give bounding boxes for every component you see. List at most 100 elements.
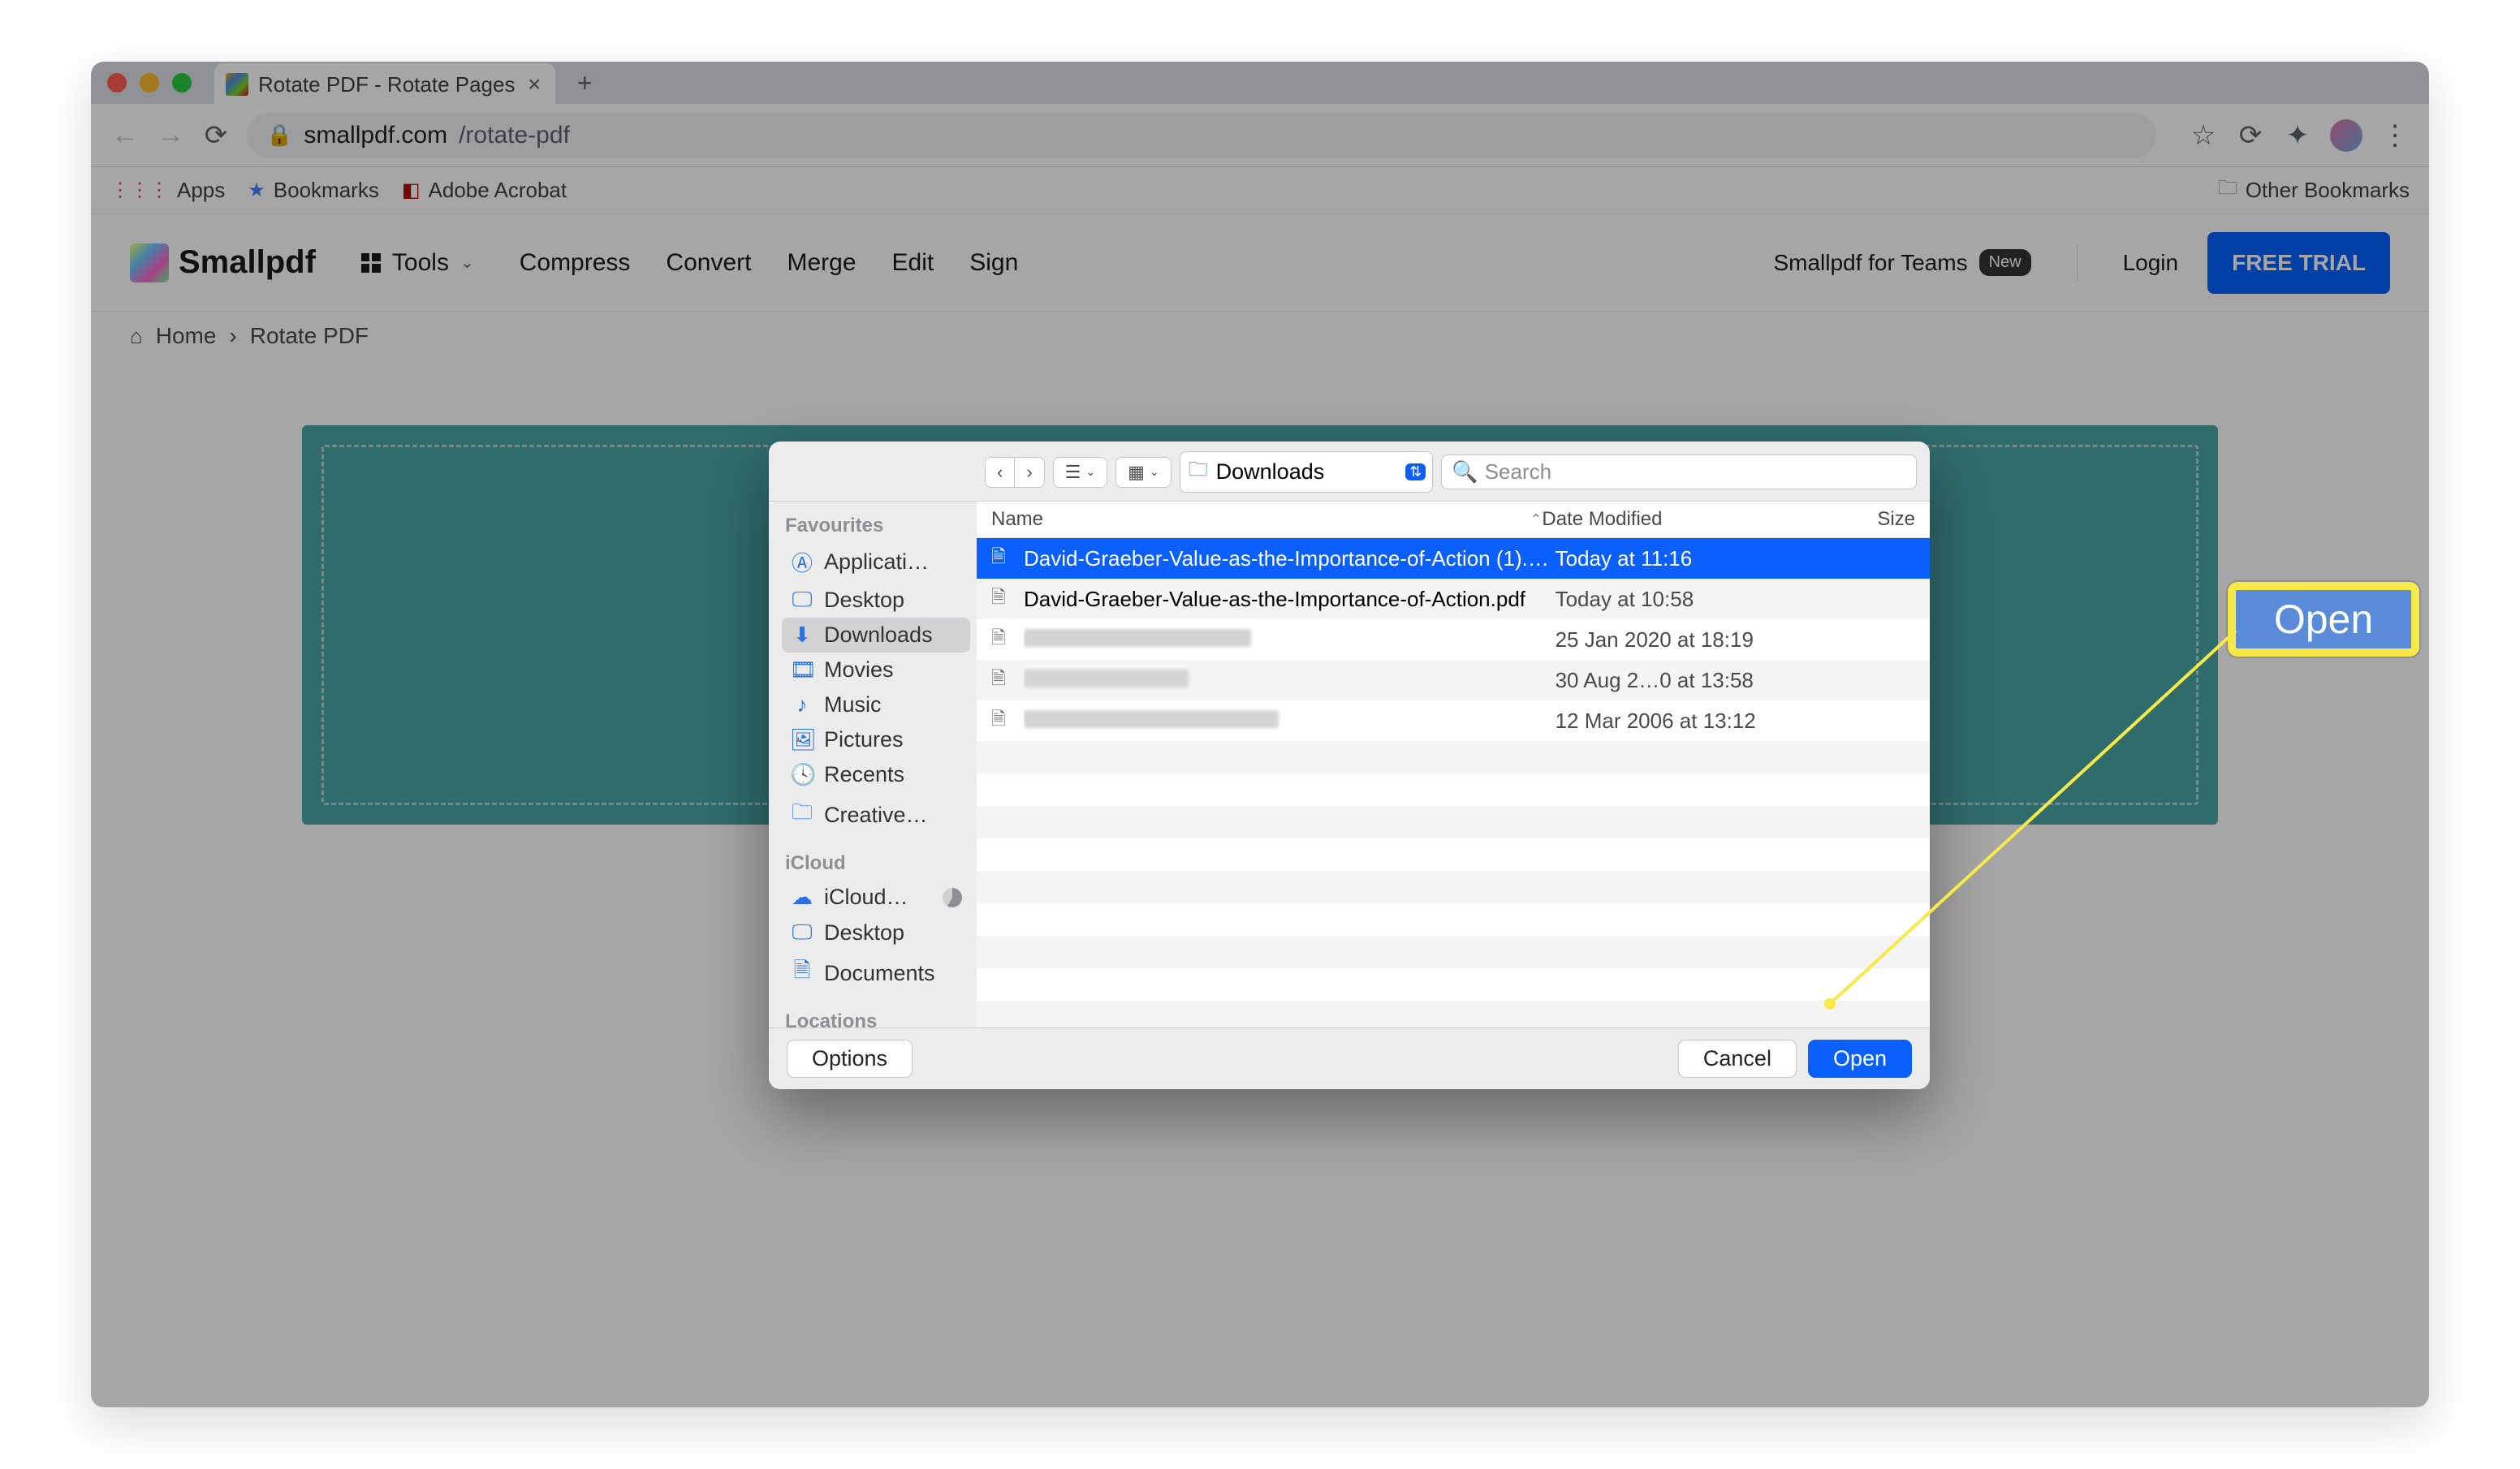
window-titlebar: Rotate PDF - Rotate Pages Onl × + xyxy=(91,62,2429,104)
col-name[interactable]: Name⌃ xyxy=(991,508,1542,531)
browser-window: Rotate PDF - Rotate Pages Onl × + ← → ⟳ … xyxy=(91,62,2429,1407)
breadcrumb-home[interactable]: Home xyxy=(156,323,217,349)
grid-view-button[interactable]: ▦ ⌄ xyxy=(1116,458,1171,487)
search-field[interactable]: 🔍 Search xyxy=(1441,454,1917,489)
logo-text: Smallpdf xyxy=(179,244,316,281)
profile-avatar[interactable] xyxy=(2330,119,2362,152)
logo-icon xyxy=(130,243,169,282)
sidebar-movies[interactable]: 🎞Movies xyxy=(782,653,970,687)
dialog-sidebar: Favourites ⒶApplicati… 🖵Desktop ⬇Downloa… xyxy=(769,502,977,1027)
empty-row xyxy=(977,903,1930,936)
empty-row xyxy=(977,936,1930,968)
bookmarks-shortcut[interactable]: ★Bookmarks xyxy=(248,178,379,203)
dialog-footer: Options Cancel Open xyxy=(769,1027,1930,1089)
sidebar-pictures[interactable]: 🖼Pictures xyxy=(782,722,970,757)
back-button[interactable]: ‹ xyxy=(986,458,1015,487)
back-button[interactable]: ← xyxy=(110,121,140,150)
menu-icon[interactable]: ⋮ xyxy=(2380,121,2410,150)
file-row[interactable]: 🗎30 Aug 2…0 at 13:58 xyxy=(977,660,1930,700)
url-host: smallpdf.com xyxy=(304,122,447,149)
other-bookmarks[interactable]: 🗀Other Bookmarks xyxy=(2218,174,2410,207)
traffic-lights[interactable] xyxy=(107,73,192,93)
home-icon[interactable]: ⌂ xyxy=(130,324,143,349)
file-row[interactable]: 🗎 David-Graeber-Value-as-the-Importance-o… xyxy=(977,538,1930,579)
file-name xyxy=(1024,668,1556,693)
view-grid-group: ▦ ⌄ xyxy=(1115,457,1172,488)
file-date: 12 Mar 2006 at 13:12 xyxy=(1556,709,1830,734)
empty-row xyxy=(977,741,1930,773)
nav-convert[interactable]: Convert xyxy=(666,249,751,277)
file-name: David-Graeber-Value-as-the-Importance-of… xyxy=(1024,546,1556,571)
nav-sign[interactable]: Sign xyxy=(969,249,1018,277)
adobe-shortcut[interactable]: ◧Adobe Acrobat xyxy=(402,178,567,203)
col-date[interactable]: Date Modified xyxy=(1542,508,1826,531)
file-date: Today at 10:58 xyxy=(1556,587,1830,612)
nav-edit[interactable]: Edit xyxy=(892,249,934,277)
col-size[interactable]: Size xyxy=(1827,508,1915,531)
file-date: Today at 11:16 xyxy=(1556,546,1830,571)
update-icon[interactable]: ⟳ xyxy=(2236,121,2265,150)
sidebar-applications[interactable]: ⒶApplicati… xyxy=(782,542,970,582)
url-path: /rotate-pdf xyxy=(459,122,570,149)
browser-tab[interactable]: Rotate PDF - Rotate Pages Onl × xyxy=(214,63,555,106)
sidebar-icloud-documents[interactable]: 🗎Documents xyxy=(782,950,970,996)
file-name xyxy=(1024,709,1556,734)
nav-merge[interactable]: Merge xyxy=(787,249,856,277)
app-header: Smallpdf Tools ⌄ Compress Convert Merge … xyxy=(91,214,2429,312)
options-button[interactable]: Options xyxy=(787,1040,913,1078)
minimize-window-icon[interactable] xyxy=(140,73,159,93)
smallpdf-logo[interactable]: Smallpdf xyxy=(130,243,316,282)
tab-close-icon[interactable]: × xyxy=(528,71,541,97)
dialog-toolbar: ‹ › ☰ ⌄ ▦ ⌄ 🗀 Downloads ⇅ 🔍 Search xyxy=(769,442,1930,502)
updown-icon: ⇅ xyxy=(1405,463,1426,480)
teams-link[interactable]: Smallpdf for Teams New xyxy=(1773,249,2030,276)
file-row[interactable]: 🗎12 Mar 2006 at 13:12 xyxy=(977,700,1930,741)
sidebar-creative[interactable]: 🗀Creative… xyxy=(782,792,970,838)
location-dropdown[interactable]: 🗀 Downloads ⇅ xyxy=(1180,451,1434,493)
sidebar-recents[interactable]: 🕓Recents xyxy=(782,757,970,792)
sidebar-music[interactable]: ♪Music xyxy=(782,687,970,722)
sidebar-icloud-drive[interactable]: ☁iCloud… xyxy=(782,880,970,915)
view-list-group: ☰ ⌄ xyxy=(1053,457,1107,488)
star-icon[interactable]: ☆ xyxy=(2189,121,2218,150)
cancel-button[interactable]: Cancel xyxy=(1678,1040,1797,1078)
reload-button[interactable]: ⟳ xyxy=(201,121,231,150)
empty-row xyxy=(977,773,1930,806)
forward-button[interactable]: → xyxy=(156,121,185,150)
document-icon: 🗎 xyxy=(991,584,1014,614)
empty-row xyxy=(977,968,1930,1001)
apps-shortcut[interactable]: ⋮⋮⋮Apps xyxy=(110,178,225,203)
forward-button[interactable]: › xyxy=(1015,458,1043,487)
free-trial-button[interactable]: FREE TRIAL xyxy=(2207,232,2390,294)
document-icon: 🗎 xyxy=(991,624,1014,655)
new-badge: New xyxy=(1979,249,2031,276)
file-row[interactable]: 🗎 David-Graeber-Value-as-the-Importance-o… xyxy=(977,579,1930,619)
close-window-icon[interactable] xyxy=(107,73,127,93)
sidebar-downloads[interactable]: ⬇Downloads xyxy=(782,618,970,653)
nav-compress[interactable]: Compress xyxy=(520,249,631,277)
search-icon: 🔍 xyxy=(1452,459,1478,485)
sidebar-desktop[interactable]: 🖵Desktop xyxy=(782,582,970,618)
file-row[interactable]: 🗎25 Jan 2020 at 18:19 xyxy=(977,619,1930,660)
file-name: David-Graeber-Value-as-the-Importance-of… xyxy=(1024,587,1556,612)
zoom-window-icon[interactable] xyxy=(172,73,192,93)
new-tab-button[interactable]: + xyxy=(568,67,601,99)
list-view-button[interactable]: ☰ ⌄ xyxy=(1054,458,1107,487)
callout-annotation: Open xyxy=(2228,582,2419,657)
file-name xyxy=(1024,627,1556,653)
callout-label: Open xyxy=(2274,596,2373,643)
favourites-header: Favourites xyxy=(785,515,967,537)
document-icon: 🗎 xyxy=(991,543,1014,574)
icloud-usage-icon xyxy=(943,888,962,907)
tools-dropdown[interactable]: Tools ⌄ xyxy=(361,249,474,277)
url-field[interactable]: 🔒 smallpdf.com/rotate-pdf xyxy=(247,113,2156,158)
folder-icon: 🗀 xyxy=(1189,455,1208,489)
extensions-icon[interactable]: ✦ xyxy=(2283,121,2312,150)
empty-row xyxy=(977,1001,1930,1027)
open-button[interactable]: Open xyxy=(1808,1040,1912,1078)
sidebar-icloud-desktop[interactable]: 🖵Desktop xyxy=(782,915,970,950)
bookmarks-bar: ⋮⋮⋮Apps ★Bookmarks ◧Adobe Acrobat 🗀Other… xyxy=(91,167,2429,214)
empty-row xyxy=(977,871,1930,903)
login-link[interactable]: Login xyxy=(2123,250,2179,276)
breadcrumb: ⌂ Home › Rotate PDF xyxy=(91,312,2429,360)
